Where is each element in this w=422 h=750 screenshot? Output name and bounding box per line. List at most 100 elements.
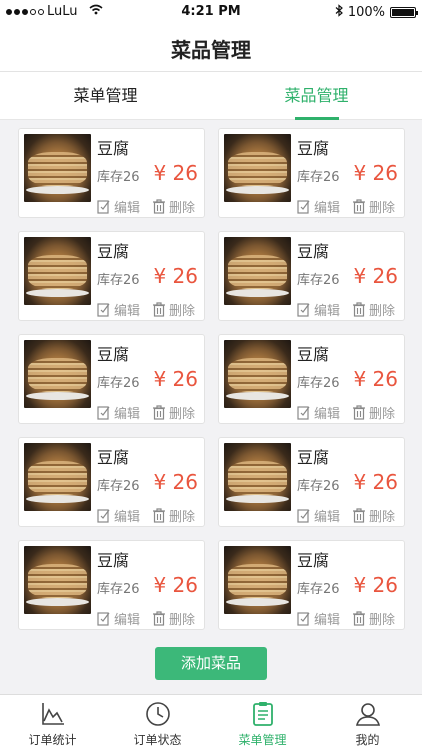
delete-button[interactable]: 删除 bbox=[152, 300, 195, 319]
delete-button[interactable]: 删除 bbox=[152, 609, 195, 628]
dish-price: ¥ 26 bbox=[353, 161, 398, 185]
dish-card[interactable]: 豆腐 库存26 ¥ 26 编辑 删除 bbox=[18, 231, 205, 321]
dish-stock: 库存26 bbox=[297, 376, 340, 391]
delete-button[interactable]: 删除 bbox=[352, 609, 395, 628]
trash-icon bbox=[352, 508, 366, 523]
bluetooth-icon bbox=[335, 4, 343, 21]
dish-stock: 库存26 bbox=[97, 376, 140, 391]
delete-label: 删除 bbox=[169, 304, 196, 319]
delete-button[interactable]: 删除 bbox=[352, 506, 395, 525]
tabbar-item-order-status[interactable]: 订单状态 bbox=[105, 695, 210, 750]
dish-image bbox=[224, 340, 291, 408]
edit-button[interactable]: 编辑 bbox=[297, 300, 340, 319]
dish-card[interactable]: 豆腐 库存26 ¥ 26 编辑 删除 bbox=[218, 128, 405, 218]
delete-button[interactable]: 删除 bbox=[152, 506, 195, 525]
edit-icon bbox=[97, 508, 111, 523]
edit-button[interactable]: 编辑 bbox=[97, 609, 140, 628]
trash-icon bbox=[152, 199, 166, 214]
edit-icon bbox=[297, 199, 311, 214]
delete-label: 删除 bbox=[369, 201, 396, 216]
delete-label: 删除 bbox=[169, 201, 196, 216]
edit-icon bbox=[97, 611, 111, 626]
edit-button[interactable]: 编辑 bbox=[297, 197, 340, 216]
tabbar-item-menu-management[interactable]: 菜单管理 bbox=[210, 695, 315, 750]
edit-button[interactable]: 编辑 bbox=[97, 506, 140, 525]
dish-stock: 库存26 bbox=[97, 582, 140, 597]
tabbar-label: 订单状态 bbox=[133, 733, 182, 747]
edit-icon bbox=[297, 508, 311, 523]
dish-card[interactable]: 豆腐 库存26 ¥ 26 编辑 删除 bbox=[18, 128, 205, 218]
delete-label: 删除 bbox=[369, 304, 396, 319]
delete-button[interactable]: 删除 bbox=[352, 403, 395, 422]
status-right: 100% bbox=[335, 4, 418, 21]
dish-image bbox=[224, 443, 291, 511]
edit-icon bbox=[97, 302, 111, 317]
dish-image bbox=[24, 546, 91, 614]
dish-price: ¥ 26 bbox=[353, 367, 398, 391]
dish-stock: 库存26 bbox=[297, 479, 340, 494]
dish-card[interactable]: 豆腐 库存26 ¥ 26 编辑 删除 bbox=[18, 437, 205, 527]
delete-button[interactable]: 删除 bbox=[152, 197, 195, 216]
dish-stock: 库存26 bbox=[97, 273, 140, 288]
clipboard-icon bbox=[250, 701, 276, 727]
tab-menu-management[interactable]: 菜单管理 bbox=[0, 72, 211, 120]
dish-stock: 库存26 bbox=[297, 582, 340, 597]
delete-button[interactable]: 删除 bbox=[352, 197, 395, 216]
tabbar-item-order-stats[interactable]: 订单统计 bbox=[0, 695, 105, 750]
user-icon bbox=[355, 701, 381, 727]
dish-image bbox=[224, 237, 291, 305]
edit-icon bbox=[297, 302, 311, 317]
page-title: 菜品管理 bbox=[171, 38, 251, 62]
edit-label: 编辑 bbox=[314, 613, 341, 628]
tabbar-item-profile[interactable]: 我的 bbox=[315, 695, 420, 750]
edit-label: 编辑 bbox=[114, 304, 141, 319]
edit-label: 编辑 bbox=[314, 510, 341, 525]
dish-card[interactable]: 豆腐库存26 ¥ 26 编辑 删除 bbox=[218, 231, 405, 321]
trash-icon bbox=[352, 611, 366, 626]
dish-name: 豆腐 bbox=[97, 448, 130, 467]
dish-name: 豆腐 bbox=[297, 242, 330, 261]
trash-icon bbox=[152, 405, 166, 420]
dish-grid: 豆腐 库存26 ¥ 26 编辑 删除 豆腐 库存26 ¥ 26 编辑 删除 豆腐 库存26 ¥ 26 编辑… bbox=[18, 128, 406, 630]
dish-stock: 库存26 bbox=[297, 273, 340, 288]
trash-icon bbox=[352, 302, 366, 317]
battery-icon bbox=[390, 7, 418, 18]
dish-price: ¥ 26 bbox=[153, 161, 198, 185]
edit-button[interactable]: 编辑 bbox=[97, 300, 140, 319]
dish-card[interactable]: 豆腐 库存26 ¥ 26 编辑 删除 bbox=[218, 540, 405, 630]
dish-image bbox=[24, 237, 91, 305]
edit-button[interactable]: 编辑 bbox=[297, 506, 340, 525]
delete-label: 删除 bbox=[169, 613, 196, 628]
dish-card[interactable]: 豆腐 库存26 ¥ 26 编辑 删除 bbox=[218, 334, 405, 424]
dish-image bbox=[24, 340, 91, 408]
battery-percent: 100% bbox=[347, 5, 385, 20]
delete-label: 删除 bbox=[369, 613, 396, 628]
delete-button[interactable]: 删除 bbox=[352, 300, 395, 319]
delete-button[interactable]: 删除 bbox=[152, 403, 195, 422]
edit-button[interactable]: 编辑 bbox=[297, 609, 340, 628]
dish-card[interactable]: 豆腐 库存26 ¥ 26 编辑 删除 bbox=[18, 540, 205, 630]
delete-label: 删除 bbox=[369, 407, 396, 422]
edit-button[interactable]: 编辑 bbox=[97, 197, 140, 216]
add-dish-button[interactable]: 添加菜品 bbox=[155, 647, 267, 680]
chart-icon bbox=[40, 701, 66, 727]
dish-stock: 库存26 bbox=[297, 170, 340, 185]
dish-price: ¥ 26 bbox=[353, 573, 398, 597]
edit-icon bbox=[97, 405, 111, 420]
dish-stock: 库存26 bbox=[97, 170, 140, 185]
edit-button[interactable]: 编辑 bbox=[97, 403, 140, 422]
tab-dish-management[interactable]: 菜品管理 bbox=[211, 72, 422, 120]
dish-card[interactable]: 豆腐 库存26 ¥ 26 编辑 删除 bbox=[18, 334, 205, 424]
edit-label: 编辑 bbox=[114, 201, 141, 216]
tabbar-label: 我的 bbox=[355, 733, 380, 747]
edit-icon bbox=[97, 199, 111, 214]
status-bar: LuLu 4:21 PM 100% bbox=[0, 0, 422, 24]
dish-stock: 库存26 bbox=[97, 479, 140, 494]
trash-icon bbox=[352, 405, 366, 420]
dish-price: ¥ 26 bbox=[153, 573, 198, 597]
edit-icon bbox=[297, 611, 311, 626]
edit-button[interactable]: 编辑 bbox=[297, 403, 340, 422]
dish-price: ¥ 26 bbox=[353, 264, 398, 288]
dish-card[interactable]: 豆腐 库存26 ¥ 26 编辑 删除 bbox=[218, 437, 405, 527]
tabbar-label: 菜单管理 bbox=[238, 733, 287, 747]
